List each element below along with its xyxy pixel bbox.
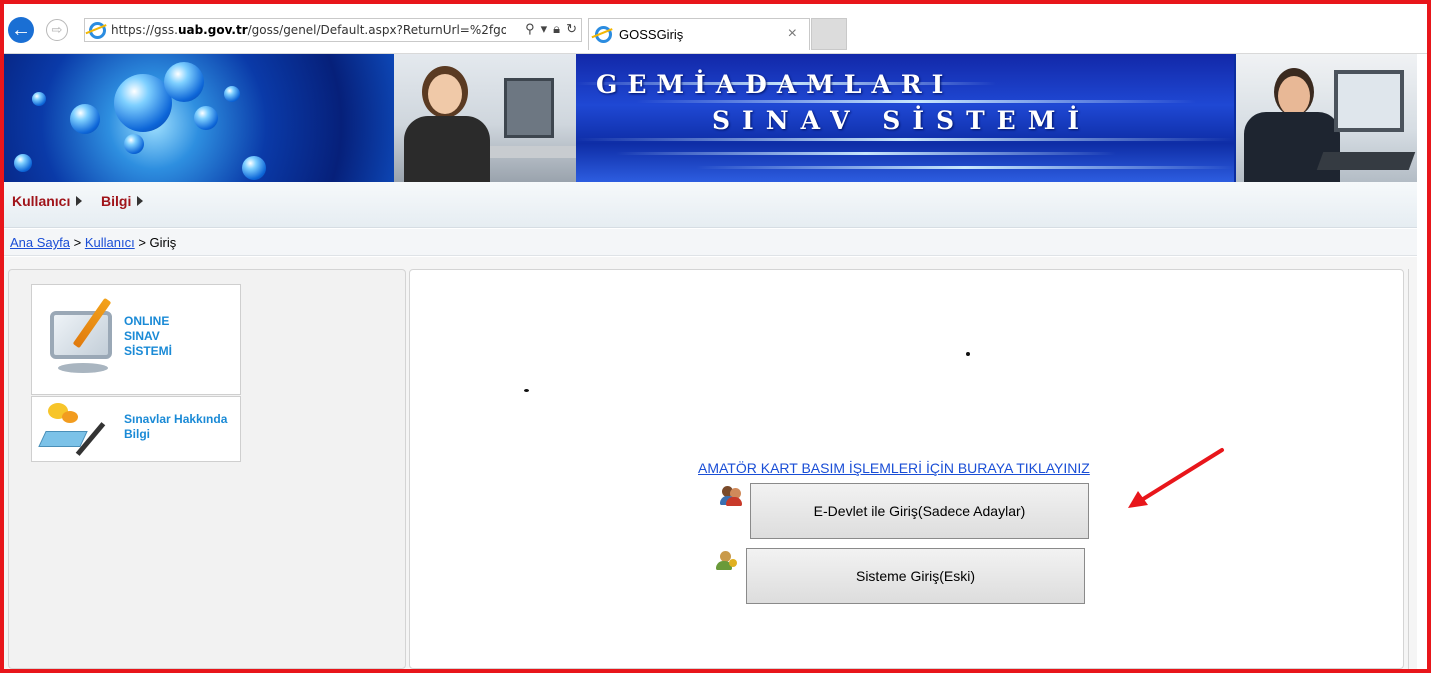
tile1-line2: SINAV [124, 329, 160, 343]
online-sinav-sistemi-tile[interactable]: ONLINE SINAV SİSTEMİ [31, 284, 241, 395]
user-group-icon [720, 486, 742, 506]
address-bar-icons: ⚲ ▾ 🔒︎ ↻ [525, 21, 577, 37]
breadcrumb: Ana Sayfa > Kullanıcı > Giriş [10, 235, 177, 250]
sinavlar-hakkinda-bilgi-tile[interactable]: Sınavlar Hakkında Bilgi [31, 396, 241, 462]
edevlet-login-button[interactable]: E-Devlet ile Giriş(Sadece Adaylar) [750, 483, 1089, 539]
banner-title-area: GEMİADAMLARI SINAV SİSTEMİ [576, 54, 1234, 182]
red-arrow-annotation [1128, 448, 1224, 508]
banner-man-photo [1234, 54, 1417, 182]
address-bar[interactable]: https://gss.uab.gov.tr/goss/genel/Defaul… [84, 18, 582, 42]
main-menu-bar: Kullanıcı Bilgi [4, 182, 1417, 228]
banner-spheres-image [4, 54, 394, 182]
breadcrumb-user-link[interactable]: Kullanıcı [85, 235, 135, 250]
tab-title: GOSSGiriş [619, 27, 684, 42]
amator-kart-link[interactable]: AMATÖR KART BASIM İŞLEMLERİ İÇİN BURAYA … [698, 460, 1090, 476]
browser-tab[interactable]: GOSSGiriş × [588, 18, 810, 50]
menu-kullanici-label: Kullanıcı [12, 193, 71, 209]
back-button[interactable]: ← [8, 17, 34, 43]
breadcrumb-home-link[interactable]: Ana Sayfa [10, 235, 70, 250]
left-sidebar: ONLINE SINAV SİSTEMİ Sınavlar Hakkında B… [8, 269, 406, 669]
site-banner: GEMİADAMLARI SINAV SİSTEMİ [4, 54, 1417, 182]
sisteme-giris-button[interactable]: Sisteme Giriş(Eski) [746, 548, 1085, 604]
menu-bilgi-label: Bilgi [101, 193, 132, 209]
ie-site-icon [89, 21, 106, 39]
tile1-line3: SİSTEMİ [124, 344, 173, 358]
refresh-icon[interactable]: ↻ [566, 21, 577, 37]
address-url[interactable]: https://gss.uab.gov.tr/goss/genel/Defaul… [111, 23, 506, 37]
user-key-icon [716, 551, 738, 571]
breadcrumb-current: Giriş [149, 235, 177, 250]
breadcrumb-bar: Ana Sayfa > Kullanıcı > Giriş [4, 229, 1417, 256]
menu-kullanici[interactable]: Kullanıcı [12, 193, 83, 209]
main-panel: AMATÖR KART BASIM İŞLEMLERİ İÇİN BURAYA … [409, 269, 1404, 669]
tab-ie-icon [595, 26, 612, 43]
menu-arrow-icon [76, 196, 83, 206]
menu-arrow-icon [137, 196, 144, 206]
stray-dot [524, 389, 529, 392]
stray-dot [966, 352, 970, 356]
search-icon[interactable]: ⚲ [525, 21, 535, 37]
banner-title-line2: SINAV SİSTEMİ [712, 106, 1092, 135]
forward-button[interactable]: ⇨ [46, 19, 68, 41]
tile1-line1: ONLINE [124, 314, 170, 328]
banner-title-line1: GEMİADAMLARI [596, 70, 954, 99]
forward-arrow-icon: ⇨ [51, 22, 63, 37]
dropdown-icon[interactable]: ▾ [541, 21, 548, 37]
banner-woman-photo [394, 54, 576, 182]
new-tab-button[interactable] [811, 18, 847, 50]
tab-close-icon[interactable]: × [788, 25, 797, 43]
right-panel-edge [1408, 269, 1417, 669]
tile2-line1: Sınavlar Hakkında [124, 412, 228, 426]
menu-bilgi[interactable]: Bilgi [101, 193, 144, 209]
lock-icon[interactable]: 🔒︎ [553, 21, 560, 37]
browser-toolbar: ← ⇨ https://gss.uab.gov.tr/goss/genel/De… [4, 4, 1427, 54]
back-arrow-icon: ← [11, 18, 31, 41]
tile2-line2: Bilgi [124, 427, 150, 441]
keypad-icon [38, 431, 88, 447]
